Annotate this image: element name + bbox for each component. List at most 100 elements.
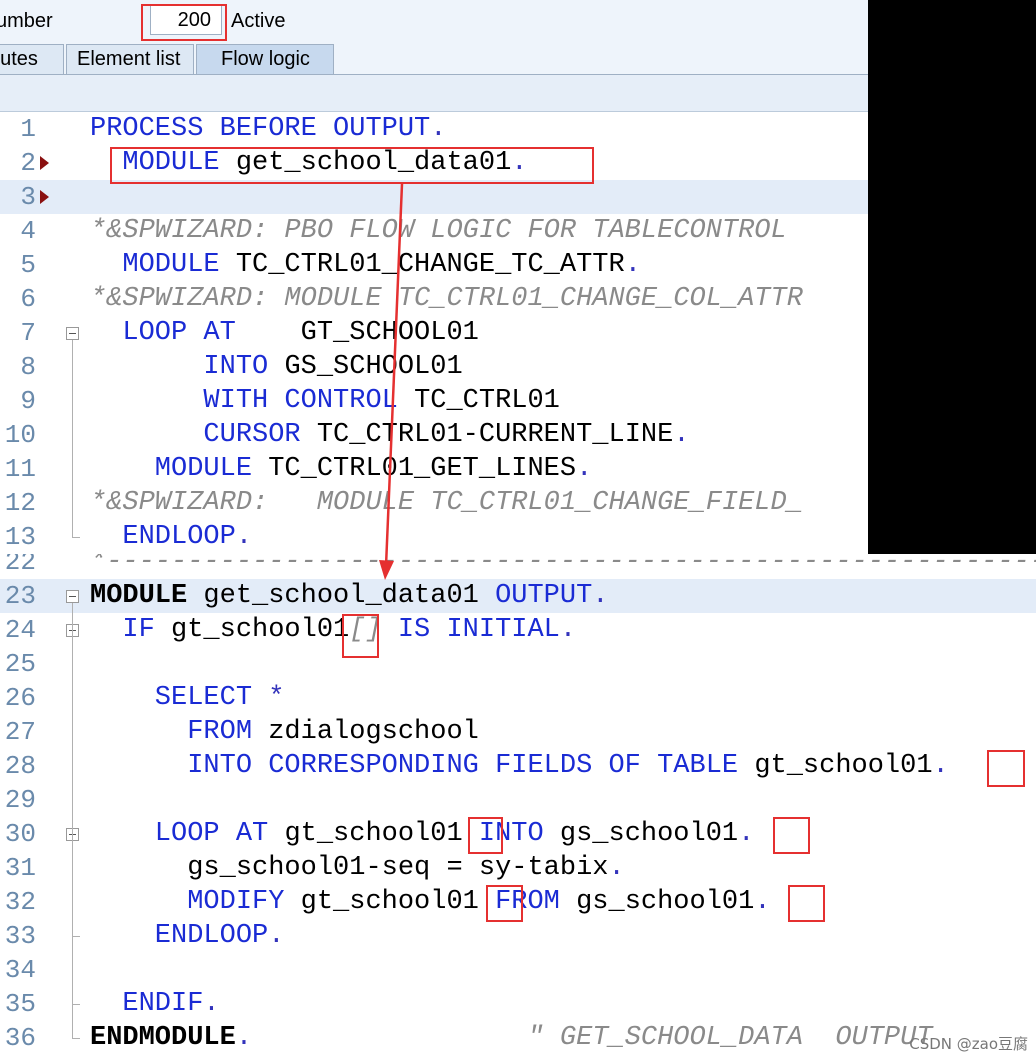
code-token: . — [738, 819, 755, 849]
module-code-window: 22 *-------------------------------------… — [0, 554, 1036, 1058]
code-token: *&SPWIZARD: MODULE TC_CTRL01_CHANGE_COL_… — [90, 284, 803, 314]
line-number: 32 — [4, 887, 36, 917]
code-token: . — [932, 751, 949, 781]
code-line[interactable]: 29 — [0, 783, 1036, 817]
code-line[interactable]: 22 *-------------------------------------… — [0, 554, 1036, 579]
code-line[interactable]: 34 — [0, 953, 1036, 987]
code-line[interactable]: 13 ENDLOOP. — [0, 520, 868, 554]
suffix-highlight-line30b — [773, 817, 810, 854]
code-text: MODIFY gt_school01 FROM gs_school01. — [90, 885, 770, 919]
code-text: ENDLOOP. — [90, 919, 285, 953]
code-text: ENDMODULE. " GET_SCHOOL_DATA OUTPUT — [90, 1021, 933, 1055]
code-token: ENDLOOP — [90, 921, 269, 951]
code-token: TC_CTRL01-CURRENT_LINE — [316, 420, 674, 450]
code-line[interactable]: 25 — [0, 647, 1036, 681]
code-token: PROCESS BEFORE OUTPUT — [90, 114, 431, 144]
code-line[interactable]: 10 CURSOR TC_CTRL01-CURRENT_LINE. — [0, 418, 868, 452]
code-line[interactable]: 5 MODULE TC_CTRL01_CHANGE_TC_ATTR. — [0, 248, 868, 282]
code-token: MODULE — [90, 250, 236, 280]
fold-toggle-icon[interactable] — [66, 590, 79, 603]
code-line[interactable]: 3 — [0, 180, 868, 214]
line-number: 35 — [4, 989, 36, 1019]
fold-guide — [72, 340, 73, 537]
code-token: TC_CTRL01 — [414, 386, 560, 416]
breakpoint-marker-icon[interactable] — [40, 190, 49, 204]
flow-logic-window: umber 200 Active putes Element list Flow… — [0, 0, 868, 554]
code-token: SELECT — [90, 683, 269, 713]
line-number: 23 — [4, 581, 36, 611]
line-number: 7 — [20, 318, 36, 348]
code-token: . — [235, 522, 253, 552]
code-line[interactable]: 1 PROCESS BEFORE OUTPUT. — [0, 112, 868, 146]
code-token: TC_CTRL01_GET_LINES — [268, 454, 577, 484]
suffix-highlight-line28 — [987, 750, 1025, 787]
code-token: *&SPWIZARD: PBO FLOW LOGIC FOR TABLECONT… — [90, 216, 787, 246]
code-token: OUTPUT — [495, 581, 593, 611]
code-line[interactable]: 6 *&SPWIZARD: MODULE TC_CTRL01_CHANGE_COL… — [0, 282, 868, 316]
fold-guide-end — [72, 1004, 80, 1005]
line-number: 1 — [20, 114, 36, 144]
code-line[interactable]: 9 WITH CONTROL TC_CTRL01 — [0, 384, 868, 418]
code-token: . — [576, 454, 593, 484]
line-number: 5 — [20, 250, 36, 280]
code-line[interactable]: 24 IF gt_school01[] IS INITIAL. — [0, 613, 1036, 647]
code-token: MODIFY — [90, 887, 301, 917]
line-number: 28 — [4, 751, 36, 781]
code-line[interactable]: 33 ENDLOOP. — [0, 919, 1036, 953]
code-token: WITH CONTROL — [90, 386, 415, 416]
fold-toggle-icon[interactable] — [66, 327, 79, 340]
code-token: . — [203, 989, 220, 1019]
pbo-module-highlight — [110, 147, 594, 184]
code-line[interactable]: 8 INTO GS_SCHOOL01 — [0, 350, 868, 384]
fold-guide — [72, 841, 73, 936]
code-token: *&SPWIZARD: MODULE TC_CTRL01_CHANGE_FIEL… — [90, 488, 803, 518]
code-token: INTO — [90, 352, 285, 382]
code-text: WITH CONTROL TC_CTRL01 — [90, 384, 560, 418]
screen-number-highlight — [141, 4, 227, 41]
code-line[interactable]: 36 ENDMODULE. " GET_SCHOOL_DATA OUTPUT — [0, 1021, 1036, 1055]
code-text: LOOP AT gt_school01 INTO gs_school01. — [90, 817, 755, 851]
code-line[interactable]: 12 *&SPWIZARD: MODULE TC_CTRL01_CHANGE_FI… — [0, 486, 868, 520]
code-line[interactable]: 11 MODULE TC_CTRL01_GET_LINES. — [0, 452, 868, 486]
code-line[interactable]: 30 LOOP AT gt_school01 INTO gs_school01. — [0, 817, 1036, 851]
code-token: LOOP AT — [90, 819, 285, 849]
code-line[interactable]: 23 MODULE get_school_data01 OUTPUT. — [0, 579, 1036, 613]
screen-number-label: umber — [0, 10, 53, 32]
code-line[interactable]: 31 gs_school01-seq = sy-tabix. — [0, 851, 1036, 885]
line-number: 2 — [20, 148, 36, 178]
code-line[interactable]: 26 SELECT * — [0, 681, 1036, 715]
tab-element-list[interactable]: Element list — [66, 44, 194, 74]
code-token: GS_SCHOOL01 — [284, 352, 463, 382]
code-text: INTO GS_SCHOOL01 — [90, 350, 463, 384]
code-token: . — [430, 114, 447, 144]
code-token: IS INITIAL — [397, 615, 560, 645]
code-text: *&SPWIZARD: PBO FLOW LOGIC FOR TABLECONT… — [90, 214, 787, 248]
code-text: gs_school01-seq = sy-tabix. — [90, 851, 624, 885]
code-text: *&SPWIZARD: MODULE TC_CTRL01_CHANGE_FIEL… — [90, 486, 803, 520]
code-text: PROCESS BEFORE OUTPUT. — [90, 112, 446, 146]
code-text: INTO CORRESPONDING FIELDS OF TABLE gt_sc… — [90, 749, 949, 783]
tab-flow-logic[interactable]: Flow logic — [196, 44, 334, 74]
line-number: 24 — [4, 615, 36, 645]
line-number: 12 — [4, 488, 36, 518]
code-line[interactable]: 35 ENDIF. — [0, 987, 1036, 1021]
code-line[interactable]: 4 *&SPWIZARD: PBO FLOW LOGIC FOR TABLECON… — [0, 214, 868, 248]
code-token: . — [235, 1023, 253, 1053]
code-token: MODULE — [90, 454, 269, 484]
line-number: 10 — [4, 420, 36, 450]
breakpoint-marker-icon[interactable] — [40, 156, 49, 170]
line-number: 9 — [20, 386, 36, 416]
line-number: 4 — [20, 216, 36, 246]
line-number: 6 — [20, 284, 36, 314]
code-token: gt_school01 — [300, 887, 496, 917]
code-line[interactable]: 27 FROM zdialogschool — [0, 715, 1036, 749]
line-number: 22 — [4, 554, 36, 577]
code-token: ENDLOOP — [90, 522, 236, 552]
tab-attributes[interactable]: putes — [0, 44, 64, 74]
suffix-highlight-line30a — [468, 817, 503, 854]
line-number: 11 — [4, 454, 36, 484]
code-line[interactable]: 28 INTO CORRESPONDING FIELDS OF TABLE gt… — [0, 749, 1036, 783]
code-line[interactable]: 7 LOOP AT GT_SCHOOL01 — [0, 316, 868, 350]
code-token: . — [559, 615, 577, 645]
code-token: get_school_data01 — [203, 581, 496, 611]
